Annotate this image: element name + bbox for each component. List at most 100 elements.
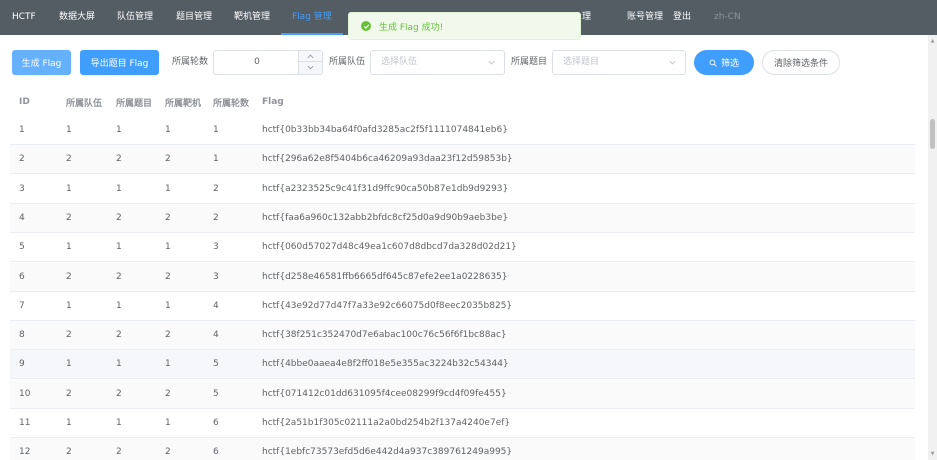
header-challenge: 所属题目 <box>116 98 153 109</box>
cell-target: 1 <box>165 359 171 370</box>
page-scrollbar[interactable]: ▲ ▼ <box>928 35 937 460</box>
cell-team: 1 <box>66 300 72 311</box>
cell-target: 2 <box>165 154 171 165</box>
nav-item-teams[interactable]: 队伍管理 <box>117 0 153 35</box>
nav-brand[interactable]: HCTF <box>12 0 36 35</box>
nav-item-flags[interactable]: Flag 管理 <box>281 0 343 35</box>
table-row[interactable]: 10 2 2 2 5 hctf{071412c01dd631095f4cee08299f9… <box>10 379 915 409</box>
header-flag: Flag <box>262 97 284 107</box>
cell-team: 2 <box>66 388 72 399</box>
table-row[interactable]: 12 2 2 2 6 hctf{1ebfc73573efd5d6e442d4a937c38… <box>10 438 915 460</box>
chevron-down-icon <box>669 60 676 65</box>
cell-team: 1 <box>66 242 72 253</box>
cell-id: 1 <box>19 125 25 135</box>
stepper-arrows <box>298 51 322 74</box>
cell-flag: hctf{faa6a960c132abb2bfdc8cf25d0a9d90b9a… <box>262 212 509 223</box>
cell-challenge: 2 <box>116 271 122 282</box>
cell-target: 2 <box>165 330 171 341</box>
cell-target: 2 <box>165 447 171 458</box>
challenge-label: 所属题目 <box>511 57 548 67</box>
cell-team: 2 <box>66 330 72 341</box>
table-row[interactable]: 9 1 1 1 5 hctf{4bbe0aaea4e8f2ff018e5e355ac322… <box>10 350 915 380</box>
table-row[interactable]: 8 2 2 2 4 hctf{38f251c352470d7e6abac100c76c56… <box>10 321 915 351</box>
round-value[interactable]: 0 <box>214 51 300 74</box>
generate-flag-button[interactable]: 生成 Flag <box>12 50 71 75</box>
table-row[interactable]: 11 1 1 1 6 hctf{2a51b1f305c02111a2a0bd254b2f1… <box>10 409 915 438</box>
table-row[interactable]: 3 1 1 1 2 hctf{a2323525c9c41f31d9ffc90ca50b87… <box>10 175 915 204</box>
table-header: ID 所属队伍 所属题目 所属靶机 所属轮数 Flag <box>10 88 915 116</box>
nav-item-accounts[interactable]: 账号管理 <box>627 0 663 35</box>
round-stepper[interactable]: 0 <box>213 50 323 75</box>
nav-item-hidden[interactable]: 理 <box>582 0 591 35</box>
challenge-placeholder: 选择题目 <box>563 57 600 67</box>
export-flag-button[interactable]: 导出题目 Flag <box>80 50 159 75</box>
team-placeholder: 选择队伍 <box>381 57 418 67</box>
cell-team: 2 <box>66 271 72 282</box>
table-row[interactable]: 2 2 2 2 1 hctf{296a62e8f5404b6ca46209a93daa23… <box>10 145 915 175</box>
table-row[interactable]: 4 2 2 2 2 hctf{faa6a960c132abb2bfdc8cf25d0a9d… <box>10 203 915 233</box>
cell-id: 11 <box>19 418 31 428</box>
cell-id: 3 <box>19 183 25 194</box>
cell-id: 9 <box>19 359 25 370</box>
cell-flag: hctf{4bbe0aaea4e8f2ff018e5e355ac3224b32c… <box>262 359 509 370</box>
chevron-up-icon[interactable] <box>299 51 322 62</box>
cell-id: 6 <box>19 271 25 282</box>
search-icon <box>709 59 717 67</box>
clear-filter-button[interactable]: 清除筛选条件 <box>762 50 840 75</box>
challenge-select[interactable]: 选择题目 <box>552 50 686 75</box>
cell-target: 2 <box>165 271 171 282</box>
nav-item-language[interactable]: zh-CN <box>714 0 741 35</box>
cell-round: 5 <box>213 388 219 399</box>
filter-button-label: 筛选 <box>720 59 739 69</box>
cell-round: 5 <box>213 359 219 370</box>
cell-team: 2 <box>66 154 72 165</box>
table-row[interactable]: 5 1 1 1 3 hctf{060d57027d48c49ea1c607d8dbcd7d… <box>10 233 915 263</box>
cell-round: 6 <box>213 447 219 458</box>
cell-round: 6 <box>213 418 219 428</box>
cell-challenge: 1 <box>116 183 122 194</box>
check-circle-icon <box>361 21 371 31</box>
chevron-down-icon[interactable] <box>299 62 322 73</box>
cell-flag: hctf{071412c01dd631095f4cee08299f9cd4f09… <box>262 388 507 399</box>
cell-challenge: 1 <box>116 418 122 428</box>
table-row[interactable]: 7 1 1 1 4 hctf{43e92d77d47f7a33e92c66075d0f8e… <box>10 292 915 321</box>
team-label: 所属队伍 <box>329 57 366 67</box>
table-row[interactable]: 1 1 1 1 1 hctf{0b33bb34ba64f0afd3285ac2f5f111… <box>10 116 915 145</box>
success-toast: 生成 Flag 成功! <box>348 12 581 40</box>
cell-round: 2 <box>213 212 219 223</box>
cell-target: 1 <box>165 125 171 135</box>
cell-challenge: 1 <box>116 242 122 253</box>
scroll-thumb[interactable] <box>930 119 935 149</box>
table-row[interactable]: 6 2 2 2 3 hctf{d258e46581ffb6665df645c87efe2e… <box>10 262 915 292</box>
nav-item-challenges[interactable]: 题目管理 <box>176 0 212 35</box>
toast-message: 生成 Flag 成功! <box>379 22 444 33</box>
header-id: ID <box>19 97 30 107</box>
cell-id: 4 <box>19 212 25 223</box>
cell-id: 10 <box>19 388 31 399</box>
cell-challenge: 2 <box>116 388 122 399</box>
cell-round: 4 <box>213 300 219 311</box>
scroll-up-icon[interactable]: ▲ <box>929 37 936 45</box>
cell-flag: hctf{d258e46581ffb6665df645c87efe2ee1a02… <box>262 271 508 282</box>
filter-button[interactable]: 筛选 <box>694 50 754 75</box>
nav-item-dashboard[interactable]: 数据大屏 <box>59 0 95 35</box>
cell-target: 1 <box>165 418 171 428</box>
cell-team: 2 <box>66 447 72 458</box>
cell-round: 2 <box>213 183 219 194</box>
cell-flag: hctf{2a51b1f305c02111a2a0bd254b2f137a424… <box>262 418 511 428</box>
header-team: 所属队伍 <box>66 98 103 109</box>
cell-challenge: 2 <box>116 447 122 458</box>
cell-flag: hctf{43e92d77d47f7a33e92c66075d0f8eec203… <box>262 300 513 311</box>
scroll-down-icon[interactable]: ▼ <box>929 450 936 458</box>
cell-team: 2 <box>66 212 72 223</box>
nav-item-targets[interactable]: 靶机管理 <box>234 0 270 35</box>
cell-challenge: 2 <box>116 212 122 223</box>
team-select[interactable]: 选择队伍 <box>370 50 505 75</box>
cell-challenge: 1 <box>116 300 122 311</box>
cell-round: 1 <box>213 154 219 165</box>
cell-target: 1 <box>165 242 171 253</box>
cell-flag: hctf{060d57027d48c49ea1c607d8dbcd7da328d… <box>262 242 517 253</box>
cell-target: 2 <box>165 388 171 399</box>
nav-item-logout[interactable]: 登出 <box>673 0 691 35</box>
cell-challenge: 2 <box>116 330 122 341</box>
